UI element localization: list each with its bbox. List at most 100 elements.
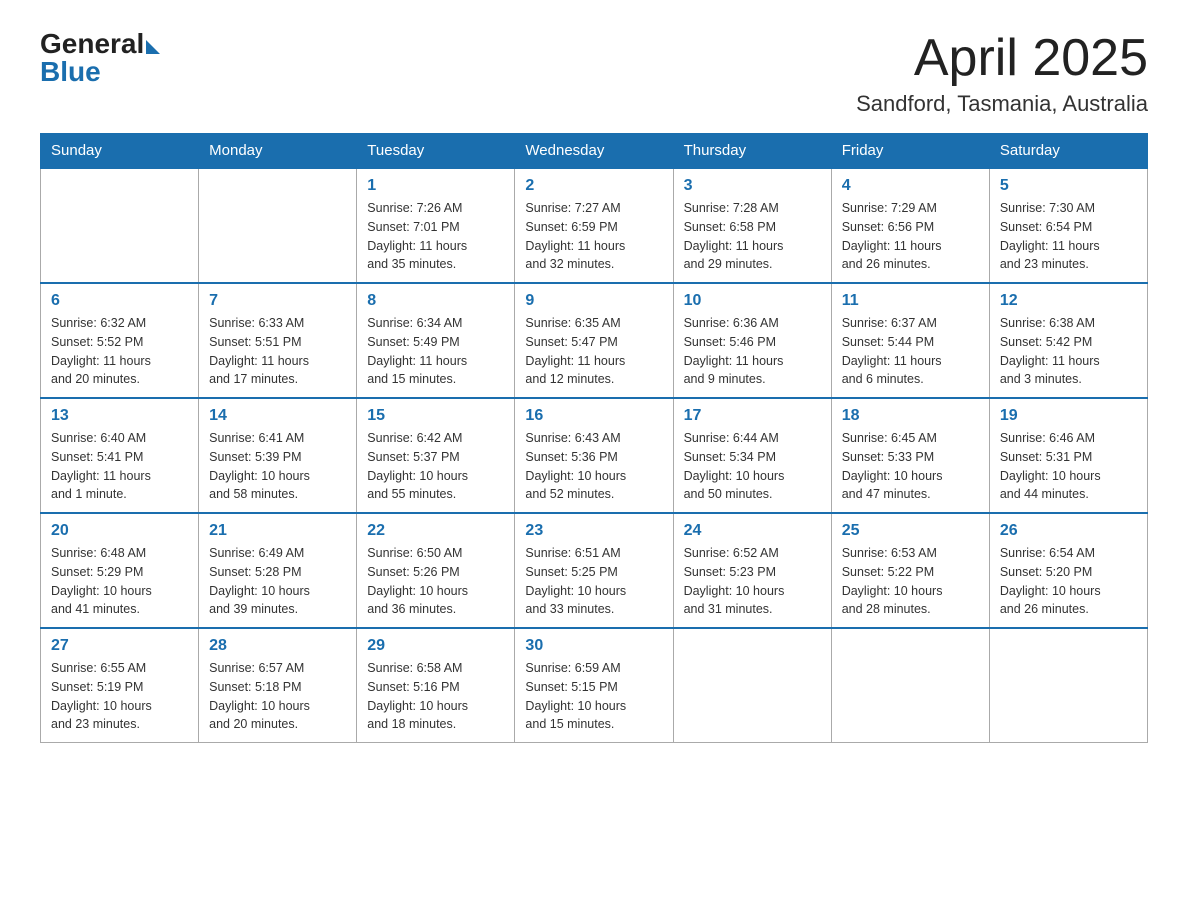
day-cell: 20 Sunrise: 6:48 AMSunset: 5:29 PMDayligh… xyxy=(41,513,199,628)
logo-blue: Blue xyxy=(40,58,101,86)
day-info: Sunrise: 6:43 AMSunset: 5:36 PMDaylight:… xyxy=(525,429,662,504)
day-cell: 9 Sunrise: 6:35 AMSunset: 5:47 PMDaylight… xyxy=(515,283,673,398)
day-info: Sunrise: 7:30 AMSunset: 6:54 PMDaylight:… xyxy=(1000,199,1137,274)
day-info: Sunrise: 6:51 AMSunset: 5:25 PMDaylight:… xyxy=(525,544,662,619)
day-number: 13 xyxy=(51,407,188,425)
day-cell: 30 Sunrise: 6:59 AMSunset: 5:15 PMDayligh… xyxy=(515,628,673,743)
day-cell xyxy=(199,168,357,283)
day-cell: 8Sunrise: 6:34 AMSunset: 5:49 PMDaylight… xyxy=(357,283,515,398)
day-cell: 17Sunrise: 6:44 AMSunset: 5:34 PMDayligh… xyxy=(673,398,831,513)
day-number: 24 xyxy=(684,522,821,540)
day-number: 16 xyxy=(525,407,662,425)
day-number: 28 xyxy=(209,637,346,655)
logo-general: General xyxy=(40,30,144,58)
day-number: 4 xyxy=(842,177,979,195)
day-info: Sunrise: 6:53 AMSunset: 5:22 PMDaylight:… xyxy=(842,544,979,619)
day-info: Sunrise: 6:33 AMSunset: 5:51 PMDaylight:… xyxy=(209,314,346,389)
day-cell: 21 Sunrise: 6:49 AMSunset: 5:28 PMDayligh… xyxy=(199,513,357,628)
day-number: 22 xyxy=(367,522,504,540)
day-cell: 22 Sunrise: 6:50 AMSunset: 5:26 PMDayligh… xyxy=(357,513,515,628)
day-cell: 28 Sunrise: 6:57 AMSunset: 5:18 PMDayligh… xyxy=(199,628,357,743)
day-number: 1 xyxy=(367,177,504,195)
day-info: Sunrise: 6:57 AMSunset: 5:18 PMDaylight:… xyxy=(209,659,346,734)
day-info: Sunrise: 6:49 AMSunset: 5:28 PMDaylight:… xyxy=(209,544,346,619)
day-info: Sunrise: 6:48 AMSunset: 5:29 PMDaylight:… xyxy=(51,544,188,619)
day-info: Sunrise: 6:36 AMSunset: 5:46 PMDaylight:… xyxy=(684,314,821,389)
day-number: 21 xyxy=(209,522,346,540)
day-cell: 10 Sunrise: 6:36 AMSunset: 5:46 PMDayligh… xyxy=(673,283,831,398)
day-cell: 25 Sunrise: 6:53 AMSunset: 5:22 PMDayligh… xyxy=(831,513,989,628)
day-cell: 18 Sunrise: 6:45 AMSunset: 5:33 PMDayligh… xyxy=(831,398,989,513)
day-cell: 15 Sunrise: 6:42 AMSunset: 5:37 PMDayligh… xyxy=(357,398,515,513)
logo: General Blue xyxy=(40,30,160,86)
day-number: 5 xyxy=(1000,177,1137,195)
day-cell xyxy=(673,628,831,743)
day-info: Sunrise: 6:35 AMSunset: 5:47 PMDaylight:… xyxy=(525,314,662,389)
day-info: Sunrise: 6:38 AMSunset: 5:42 PMDaylight:… xyxy=(1000,314,1137,389)
day-cell: 24 Sunrise: 6:52 AMSunset: 5:23 PMDayligh… xyxy=(673,513,831,628)
header-row: SundayMondayTuesdayWednesdayThursdayFrid… xyxy=(41,134,1148,169)
day-info: Sunrise: 6:44 AMSunset: 5:34 PMDaylight:… xyxy=(684,429,821,504)
title-block: April 2025 Sandford, Tasmania, Australia xyxy=(856,30,1148,117)
week-row-1: 1 Sunrise: 7:26 AMSunset: 7:01 PMDaylight… xyxy=(41,168,1148,283)
week-row-3: 13 Sunrise: 6:40 AMSunset: 5:41 PMDayligh… xyxy=(41,398,1148,513)
week-row-2: 6Sunrise: 6:32 AMSunset: 5:52 PMDaylight… xyxy=(41,283,1148,398)
day-info: Sunrise: 6:50 AMSunset: 5:26 PMDaylight:… xyxy=(367,544,504,619)
day-info: Sunrise: 7:29 AMSunset: 6:56 PMDaylight:… xyxy=(842,199,979,274)
day-number: 2 xyxy=(525,177,662,195)
day-info: Sunrise: 6:34 AMSunset: 5:49 PMDaylight:… xyxy=(367,314,504,389)
day-number: 11 xyxy=(842,292,979,310)
day-number: 27 xyxy=(51,637,188,655)
day-number: 30 xyxy=(525,637,662,655)
day-cell: 23Sunrise: 6:51 AMSunset: 5:25 PMDayligh… xyxy=(515,513,673,628)
col-header-wednesday: Wednesday xyxy=(515,134,673,169)
day-cell: 5 Sunrise: 7:30 AMSunset: 6:54 PMDaylight… xyxy=(989,168,1147,283)
day-number: 26 xyxy=(1000,522,1137,540)
day-cell: 26Sunrise: 6:54 AMSunset: 5:20 PMDayligh… xyxy=(989,513,1147,628)
day-info: Sunrise: 6:45 AMSunset: 5:33 PMDaylight:… xyxy=(842,429,979,504)
col-header-thursday: Thursday xyxy=(673,134,831,169)
col-header-tuesday: Tuesday xyxy=(357,134,515,169)
day-number: 12 xyxy=(1000,292,1137,310)
day-cell xyxy=(989,628,1147,743)
day-info: Sunrise: 6:41 AMSunset: 5:39 PMDaylight:… xyxy=(209,429,346,504)
day-number: 3 xyxy=(684,177,821,195)
day-info: Sunrise: 6:59 AMSunset: 5:15 PMDaylight:… xyxy=(525,659,662,734)
week-row-4: 20 Sunrise: 6:48 AMSunset: 5:29 PMDayligh… xyxy=(41,513,1148,628)
day-cell: 7 Sunrise: 6:33 AMSunset: 5:51 PMDaylight… xyxy=(199,283,357,398)
day-info: Sunrise: 6:42 AMSunset: 5:37 PMDaylight:… xyxy=(367,429,504,504)
day-info: Sunrise: 6:46 AMSunset: 5:31 PMDaylight:… xyxy=(1000,429,1137,504)
month-year-title: April 2025 xyxy=(856,30,1148,87)
day-cell: 6Sunrise: 6:32 AMSunset: 5:52 PMDaylight… xyxy=(41,283,199,398)
day-number: 25 xyxy=(842,522,979,540)
day-info: Sunrise: 6:55 AMSunset: 5:19 PMDaylight:… xyxy=(51,659,188,734)
day-number: 6 xyxy=(51,292,188,310)
day-cell: 4 Sunrise: 7:29 AMSunset: 6:56 PMDaylight… xyxy=(831,168,989,283)
day-cell: 14Sunrise: 6:41 AMSunset: 5:39 PMDayligh… xyxy=(199,398,357,513)
day-cell xyxy=(41,168,199,283)
logo-arrow-icon xyxy=(146,40,160,54)
day-info: Sunrise: 7:26 AMSunset: 7:01 PMDaylight:… xyxy=(367,199,504,274)
day-number: 19 xyxy=(1000,407,1137,425)
col-header-friday: Friday xyxy=(831,134,989,169)
col-header-saturday: Saturday xyxy=(989,134,1147,169)
day-number: 7 xyxy=(209,292,346,310)
day-info: Sunrise: 6:37 AMSunset: 5:44 PMDaylight:… xyxy=(842,314,979,389)
day-info: Sunrise: 7:27 AMSunset: 6:59 PMDaylight:… xyxy=(525,199,662,274)
day-info: Sunrise: 6:40 AMSunset: 5:41 PMDaylight:… xyxy=(51,429,188,504)
day-cell: 3 Sunrise: 7:28 AMSunset: 6:58 PMDaylight… xyxy=(673,168,831,283)
day-number: 29 xyxy=(367,637,504,655)
day-info: Sunrise: 6:52 AMSunset: 5:23 PMDaylight:… xyxy=(684,544,821,619)
day-number: 18 xyxy=(842,407,979,425)
day-cell: 29 Sunrise: 6:58 AMSunset: 5:16 PMDayligh… xyxy=(357,628,515,743)
day-number: 9 xyxy=(525,292,662,310)
day-cell: 11 Sunrise: 6:37 AMSunset: 5:44 PMDayligh… xyxy=(831,283,989,398)
day-number: 20 xyxy=(51,522,188,540)
day-cell: 19 Sunrise: 6:46 AMSunset: 5:31 PMDayligh… xyxy=(989,398,1147,513)
calendar-table: SundayMondayTuesdayWednesdayThursdayFrid… xyxy=(40,133,1148,743)
day-number: 10 xyxy=(684,292,821,310)
day-cell xyxy=(831,628,989,743)
day-number: 15 xyxy=(367,407,504,425)
day-info: Sunrise: 7:28 AMSunset: 6:58 PMDaylight:… xyxy=(684,199,821,274)
day-info: Sunrise: 6:58 AMSunset: 5:16 PMDaylight:… xyxy=(367,659,504,734)
